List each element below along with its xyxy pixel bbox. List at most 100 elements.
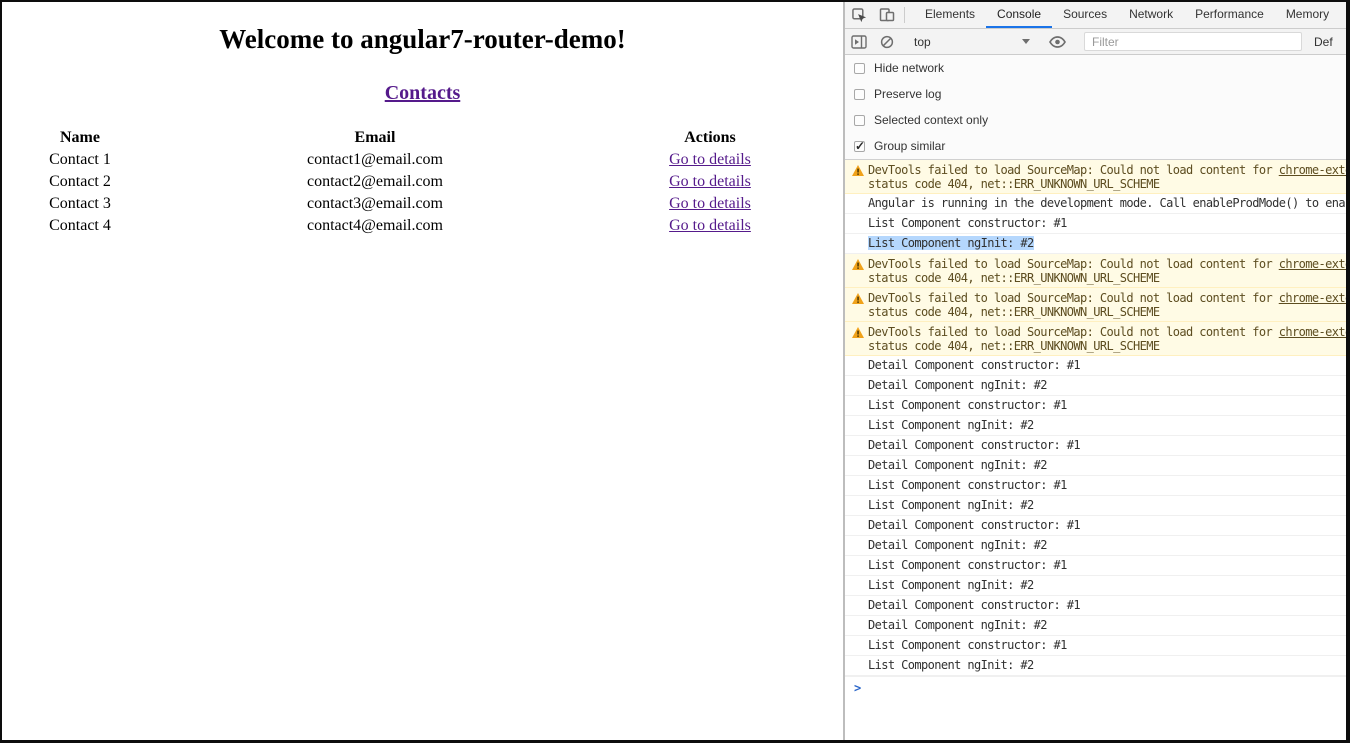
console-toolbar: top Def bbox=[845, 29, 1346, 55]
contacts-table: Name Email Actions Contact 1 contact1@ema… bbox=[10, 127, 820, 237]
go-to-details-link[interactable]: Go to details bbox=[669, 195, 751, 212]
warning-icon bbox=[852, 165, 864, 176]
console-text: Angular is running in the development mo… bbox=[868, 196, 1346, 210]
table-row: Contact 2 contact2@email.com Go to details bbox=[10, 171, 820, 193]
console-message: List Component constructor: #1 bbox=[845, 396, 1346, 416]
prompt-chevron-icon: > bbox=[854, 681, 861, 695]
sourcemap-link[interactable]: chrome-exte bbox=[1279, 325, 1346, 339]
setting-label: Hide network bbox=[874, 61, 945, 75]
console-text: List Component constructor: #1 bbox=[868, 478, 1067, 492]
console-text: Detail Component ngInit: #2 bbox=[868, 378, 1047, 392]
context-selector-value: top bbox=[914, 34, 931, 49]
clear-console-icon[interactable] bbox=[873, 35, 901, 49]
console-message: Detail Component constructor: #1 bbox=[845, 436, 1346, 456]
console-output: DevTools failed to load SourceMap: Could… bbox=[845, 160, 1346, 740]
tab-console[interactable]: Console bbox=[986, 2, 1053, 28]
console-text: List Component constructor: #1 bbox=[868, 638, 1067, 652]
tab-performance[interactable]: Performance bbox=[1184, 2, 1275, 28]
console-prompt[interactable]: > bbox=[845, 676, 1346, 696]
nav: Contacts bbox=[2, 82, 843, 105]
console-message: List Component ngInit: #2 bbox=[845, 416, 1346, 436]
warning-icon bbox=[852, 293, 864, 304]
console-settings: Hide network Preserve log Selected context… bbox=[845, 55, 1346, 160]
contact-actions-cell: Go to details bbox=[600, 215, 820, 237]
console-text: Detail Component constructor: #1 bbox=[868, 598, 1081, 612]
eye-icon[interactable] bbox=[1043, 35, 1071, 48]
console-message: List Component constructor: #1 bbox=[845, 636, 1346, 656]
go-to-details-link[interactable]: Go to details bbox=[669, 173, 751, 190]
console-text: List Component ngInit: #2 bbox=[868, 498, 1034, 512]
console-text: List Component constructor: #1 bbox=[868, 398, 1067, 412]
execution-context-selector[interactable]: top bbox=[908, 32, 1036, 52]
tab-memory[interactable]: Memory bbox=[1275, 2, 1340, 28]
console-message: Detail Component constructor: #1 bbox=[845, 596, 1346, 616]
column-header-actions: Actions bbox=[684, 129, 736, 146]
tab-elements[interactable]: Elements bbox=[914, 2, 986, 28]
log-levels-dropdown[interactable]: Def bbox=[1314, 35, 1333, 49]
console-message-list: DevTools failed to load SourceMap: Could… bbox=[845, 160, 1346, 676]
setting-selected-context-only[interactable]: Selected context only bbox=[845, 107, 1346, 133]
contacts-link[interactable]: Contacts bbox=[385, 82, 461, 104]
setting-hide-network[interactable]: Hide network bbox=[845, 55, 1346, 81]
setting-label: Group similar bbox=[874, 139, 946, 153]
console-message: List Component ngInit: #2 bbox=[845, 656, 1346, 676]
sourcemap-link[interactable]: chrome-exte bbox=[1279, 257, 1346, 271]
console-message: List Component constructor: #1 bbox=[845, 214, 1346, 234]
sourcemap-link[interactable]: chrome-exte bbox=[1279, 291, 1346, 305]
table-header-row: Name Email Actions bbox=[10, 127, 820, 149]
table-row: Contact 1 contact1@email.com Go to details bbox=[10, 149, 820, 171]
browser-window: Welcome to angular7-router-demo! Contact… bbox=[0, 0, 1350, 743]
console-sidebar-icon[interactable] bbox=[845, 34, 873, 49]
setting-group-similar[interactable]: Group similar bbox=[845, 133, 1346, 159]
console-warning: DevTools failed to load SourceMap: Could… bbox=[845, 254, 1346, 288]
toolbar-separator bbox=[904, 7, 905, 23]
device-toolbar-icon[interactable] bbox=[873, 2, 901, 28]
contact-email-cell: contact4@email.com bbox=[306, 217, 443, 234]
table-row: Contact 3 contact3@email.com Go to details bbox=[10, 193, 820, 215]
warning-text-line1: DevTools failed to load SourceMap: Could… bbox=[868, 163, 1346, 177]
warning-text-line1: DevTools failed to load SourceMap: Could… bbox=[868, 291, 1346, 305]
console-message: List Component ngInit: #2 bbox=[845, 496, 1346, 516]
page-title: Welcome to angular7-router-demo! bbox=[219, 24, 626, 54]
console-message: Detail Component ngInit: #2 bbox=[845, 536, 1346, 556]
checkbox-unchecked-icon[interactable] bbox=[854, 114, 865, 126]
console-text: List Component ngInit: #2 bbox=[868, 418, 1034, 432]
column-header-name: Name bbox=[60, 129, 100, 146]
devtools-tab-strip: Elements Console Sources Network Performance… bbox=[908, 2, 1340, 28]
tab-sources[interactable]: Sources bbox=[1052, 2, 1118, 28]
contacts-table-body: Contact 1 contact1@email.com Go to details… bbox=[10, 149, 820, 237]
filter-input[interactable] bbox=[1084, 32, 1302, 51]
contact-email-cell: contact2@email.com bbox=[306, 173, 443, 190]
console-message: List Component constructor: #1 bbox=[845, 476, 1346, 496]
contact-name-cell: Contact 2 bbox=[49, 173, 111, 190]
setting-label: Selected context only bbox=[874, 113, 989, 127]
console-message: Detail Component constructor: #1 bbox=[845, 356, 1346, 376]
column-header-email: Email bbox=[354, 129, 396, 146]
devtools-tab-bar: Elements Console Sources Network Performance… bbox=[845, 2, 1346, 29]
checkbox-unchecked-icon[interactable] bbox=[854, 88, 865, 100]
setting-label: Preserve log bbox=[874, 87, 942, 101]
tab-network[interactable]: Network bbox=[1118, 2, 1184, 28]
inspect-icon[interactable] bbox=[845, 2, 873, 28]
checkbox-unchecked-icon[interactable] bbox=[854, 62, 865, 74]
checkbox-checked-icon[interactable] bbox=[854, 139, 865, 153]
console-text: Detail Component ngInit: #2 bbox=[868, 618, 1047, 632]
sourcemap-link[interactable]: chrome-exte bbox=[1279, 163, 1346, 177]
warning-text-line2: status code 404, net::ERR_UNKNOWN_URL_SC… bbox=[868, 271, 1160, 285]
console-message: Angular is running in the development mo… bbox=[845, 194, 1346, 214]
setting-preserve-log[interactable]: Preserve log bbox=[845, 81, 1346, 107]
console-warning: DevTools failed to load SourceMap: Could… bbox=[845, 322, 1346, 356]
go-to-details-link[interactable]: Go to details bbox=[669, 151, 751, 168]
console-text: List Component ngInit: #2 bbox=[868, 578, 1034, 592]
warning-text-line2: status code 404, net::ERR_UNKNOWN_URL_SC… bbox=[868, 339, 1160, 353]
warning-text-line2: status code 404, net::ERR_UNKNOWN_URL_SC… bbox=[868, 305, 1160, 319]
console-text: Detail Component constructor: #1 bbox=[868, 358, 1081, 372]
console-message: Detail Component ngInit: #2 bbox=[845, 376, 1346, 396]
contact-email-cell: contact1@email.com bbox=[306, 151, 443, 168]
console-message: Detail Component constructor: #1 bbox=[845, 516, 1346, 536]
contact-name-cell: Contact 3 bbox=[49, 195, 111, 212]
console-text: List Component constructor: #1 bbox=[868, 558, 1067, 572]
console-warning: DevTools failed to load SourceMap: Could… bbox=[845, 288, 1346, 322]
go-to-details-link[interactable]: Go to details bbox=[669, 217, 751, 234]
contact-actions-cell: Go to details bbox=[600, 149, 820, 171]
